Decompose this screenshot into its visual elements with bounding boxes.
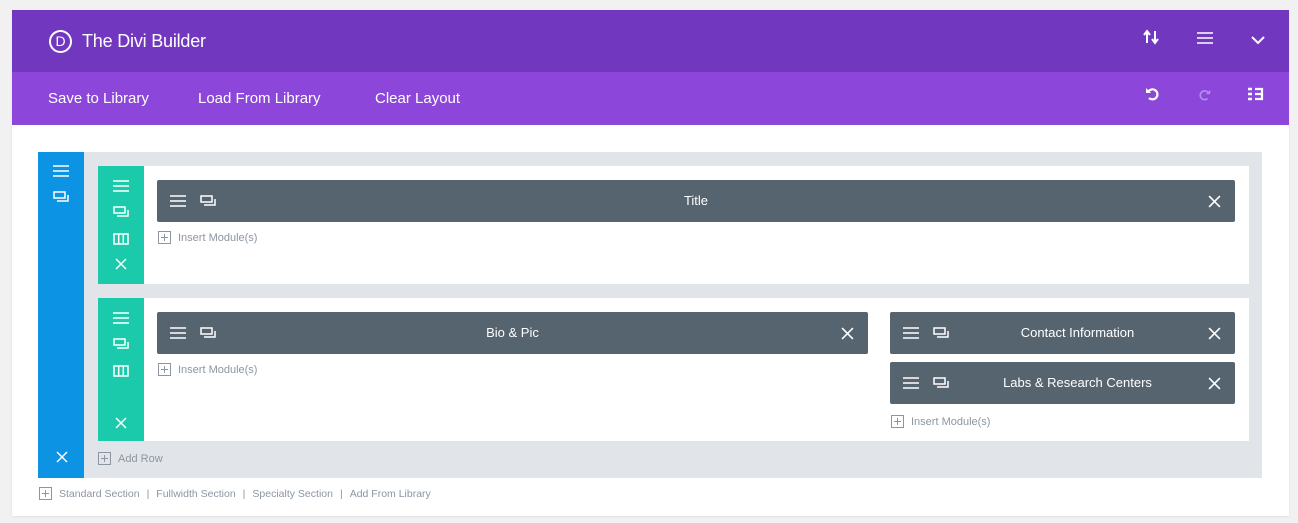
module-contact-information[interactable]: Contact Information bbox=[890, 312, 1235, 354]
module-delete-icon[interactable] bbox=[836, 324, 858, 342]
row-2-columns-icon[interactable] bbox=[110, 362, 132, 380]
add-from-library-link[interactable]: Add From Library bbox=[350, 488, 431, 500]
row-1: Title Insert Module(s) bbox=[98, 166, 1249, 284]
undo-icon[interactable] bbox=[1141, 86, 1163, 110]
hamburger-icon[interactable] bbox=[1192, 28, 1218, 54]
section-duplicate-icon[interactable] bbox=[50, 188, 72, 206]
builder-title: The Divi Builder bbox=[82, 31, 206, 51]
insert-module-button[interactable]: Insert Module(s) bbox=[158, 231, 257, 244]
insert-module-label: Insert Module(s) bbox=[178, 231, 258, 244]
plus-icon bbox=[891, 415, 904, 428]
row-2-move-icon[interactable] bbox=[110, 309, 132, 327]
chevron-down-icon[interactable] bbox=[1245, 28, 1271, 54]
module-duplicate-icon[interactable] bbox=[197, 324, 219, 342]
add-row-label: Add Row bbox=[118, 452, 163, 465]
plus-icon bbox=[158, 231, 171, 244]
module-label: Contact Information bbox=[1020, 325, 1135, 340]
row-1-duplicate-icon[interactable] bbox=[110, 203, 132, 221]
module-title[interactable]: Title bbox=[157, 180, 1235, 222]
row-1-columns-icon[interactable] bbox=[110, 230, 132, 248]
plus-icon bbox=[98, 452, 111, 465]
section: Title Insert Module(s) Bio & Pic Insert … bbox=[38, 152, 1262, 478]
builder-header: D The Divi Builder bbox=[12, 10, 1289, 72]
builder-toolbar: Save to Library Load From Library Clear … bbox=[12, 72, 1289, 125]
add-section-bar: Standard Section | Fullwidth Section | S… bbox=[39, 487, 431, 500]
row-2-duplicate-icon[interactable] bbox=[110, 335, 132, 353]
module-label: Labs & Research Centers bbox=[1003, 375, 1152, 390]
row-2-delete-icon[interactable] bbox=[110, 414, 132, 432]
module-duplicate-icon[interactable] bbox=[197, 192, 219, 210]
sort-arrows-icon[interactable] bbox=[1139, 28, 1165, 54]
module-duplicate-icon[interactable] bbox=[930, 324, 952, 342]
clear-layout-button[interactable]: Clear Layout bbox=[375, 88, 460, 110]
add-row-button[interactable]: Add Row bbox=[98, 452, 163, 465]
module-move-icon[interactable] bbox=[900, 374, 922, 392]
save-to-library-button[interactable]: Save to Library bbox=[48, 88, 149, 110]
separator: | bbox=[146, 487, 150, 500]
module-move-icon[interactable] bbox=[900, 324, 922, 342]
row-1-sidebar[interactable] bbox=[98, 166, 144, 284]
row-1-move-icon[interactable] bbox=[110, 177, 132, 195]
module-move-icon[interactable] bbox=[167, 324, 189, 342]
row-2-sidebar[interactable] bbox=[98, 298, 144, 441]
fullwidth-section-link[interactable]: Fullwidth Section bbox=[156, 488, 235, 500]
section-delete-icon[interactable] bbox=[51, 448, 73, 466]
row-1-delete-icon[interactable] bbox=[110, 255, 132, 273]
specialty-section-link[interactable]: Specialty Section bbox=[252, 488, 333, 500]
section-move-icon[interactable] bbox=[50, 162, 72, 180]
standard-section-link[interactable]: Standard Section bbox=[59, 488, 140, 500]
module-move-icon[interactable] bbox=[167, 192, 189, 210]
module-labs-research-centers[interactable]: Labs & Research Centers bbox=[890, 362, 1235, 404]
history-icon[interactable] bbox=[1245, 86, 1267, 110]
load-from-library-button[interactable]: Load From Library bbox=[198, 88, 321, 110]
separator: | bbox=[242, 487, 246, 500]
plus-icon bbox=[158, 363, 171, 376]
module-delete-icon[interactable] bbox=[1203, 324, 1225, 342]
redo-icon[interactable] bbox=[1194, 86, 1216, 110]
module-delete-icon[interactable] bbox=[1203, 192, 1225, 210]
plus-icon bbox=[39, 487, 52, 500]
divi-builder: D The Divi Builder Save to Library Load … bbox=[12, 10, 1289, 516]
row-2: Bio & Pic Insert Module(s) Contact Infor… bbox=[98, 298, 1249, 441]
section-sidebar[interactable] bbox=[38, 152, 84, 478]
module-delete-icon[interactable] bbox=[1203, 374, 1225, 392]
insert-module-label: Insert Module(s) bbox=[178, 363, 258, 376]
module-label: Bio & Pic bbox=[486, 325, 539, 340]
divi-logo-icon: D bbox=[49, 30, 72, 53]
insert-module-label: Insert Module(s) bbox=[911, 415, 991, 428]
module-bio-pic[interactable]: Bio & Pic bbox=[157, 312, 868, 354]
insert-module-button[interactable]: Insert Module(s) bbox=[158, 363, 257, 376]
module-duplicate-icon[interactable] bbox=[930, 374, 952, 392]
separator: | bbox=[339, 487, 343, 500]
module-label: Title bbox=[683, 193, 709, 208]
insert-module-button[interactable]: Insert Module(s) bbox=[891, 415, 990, 428]
